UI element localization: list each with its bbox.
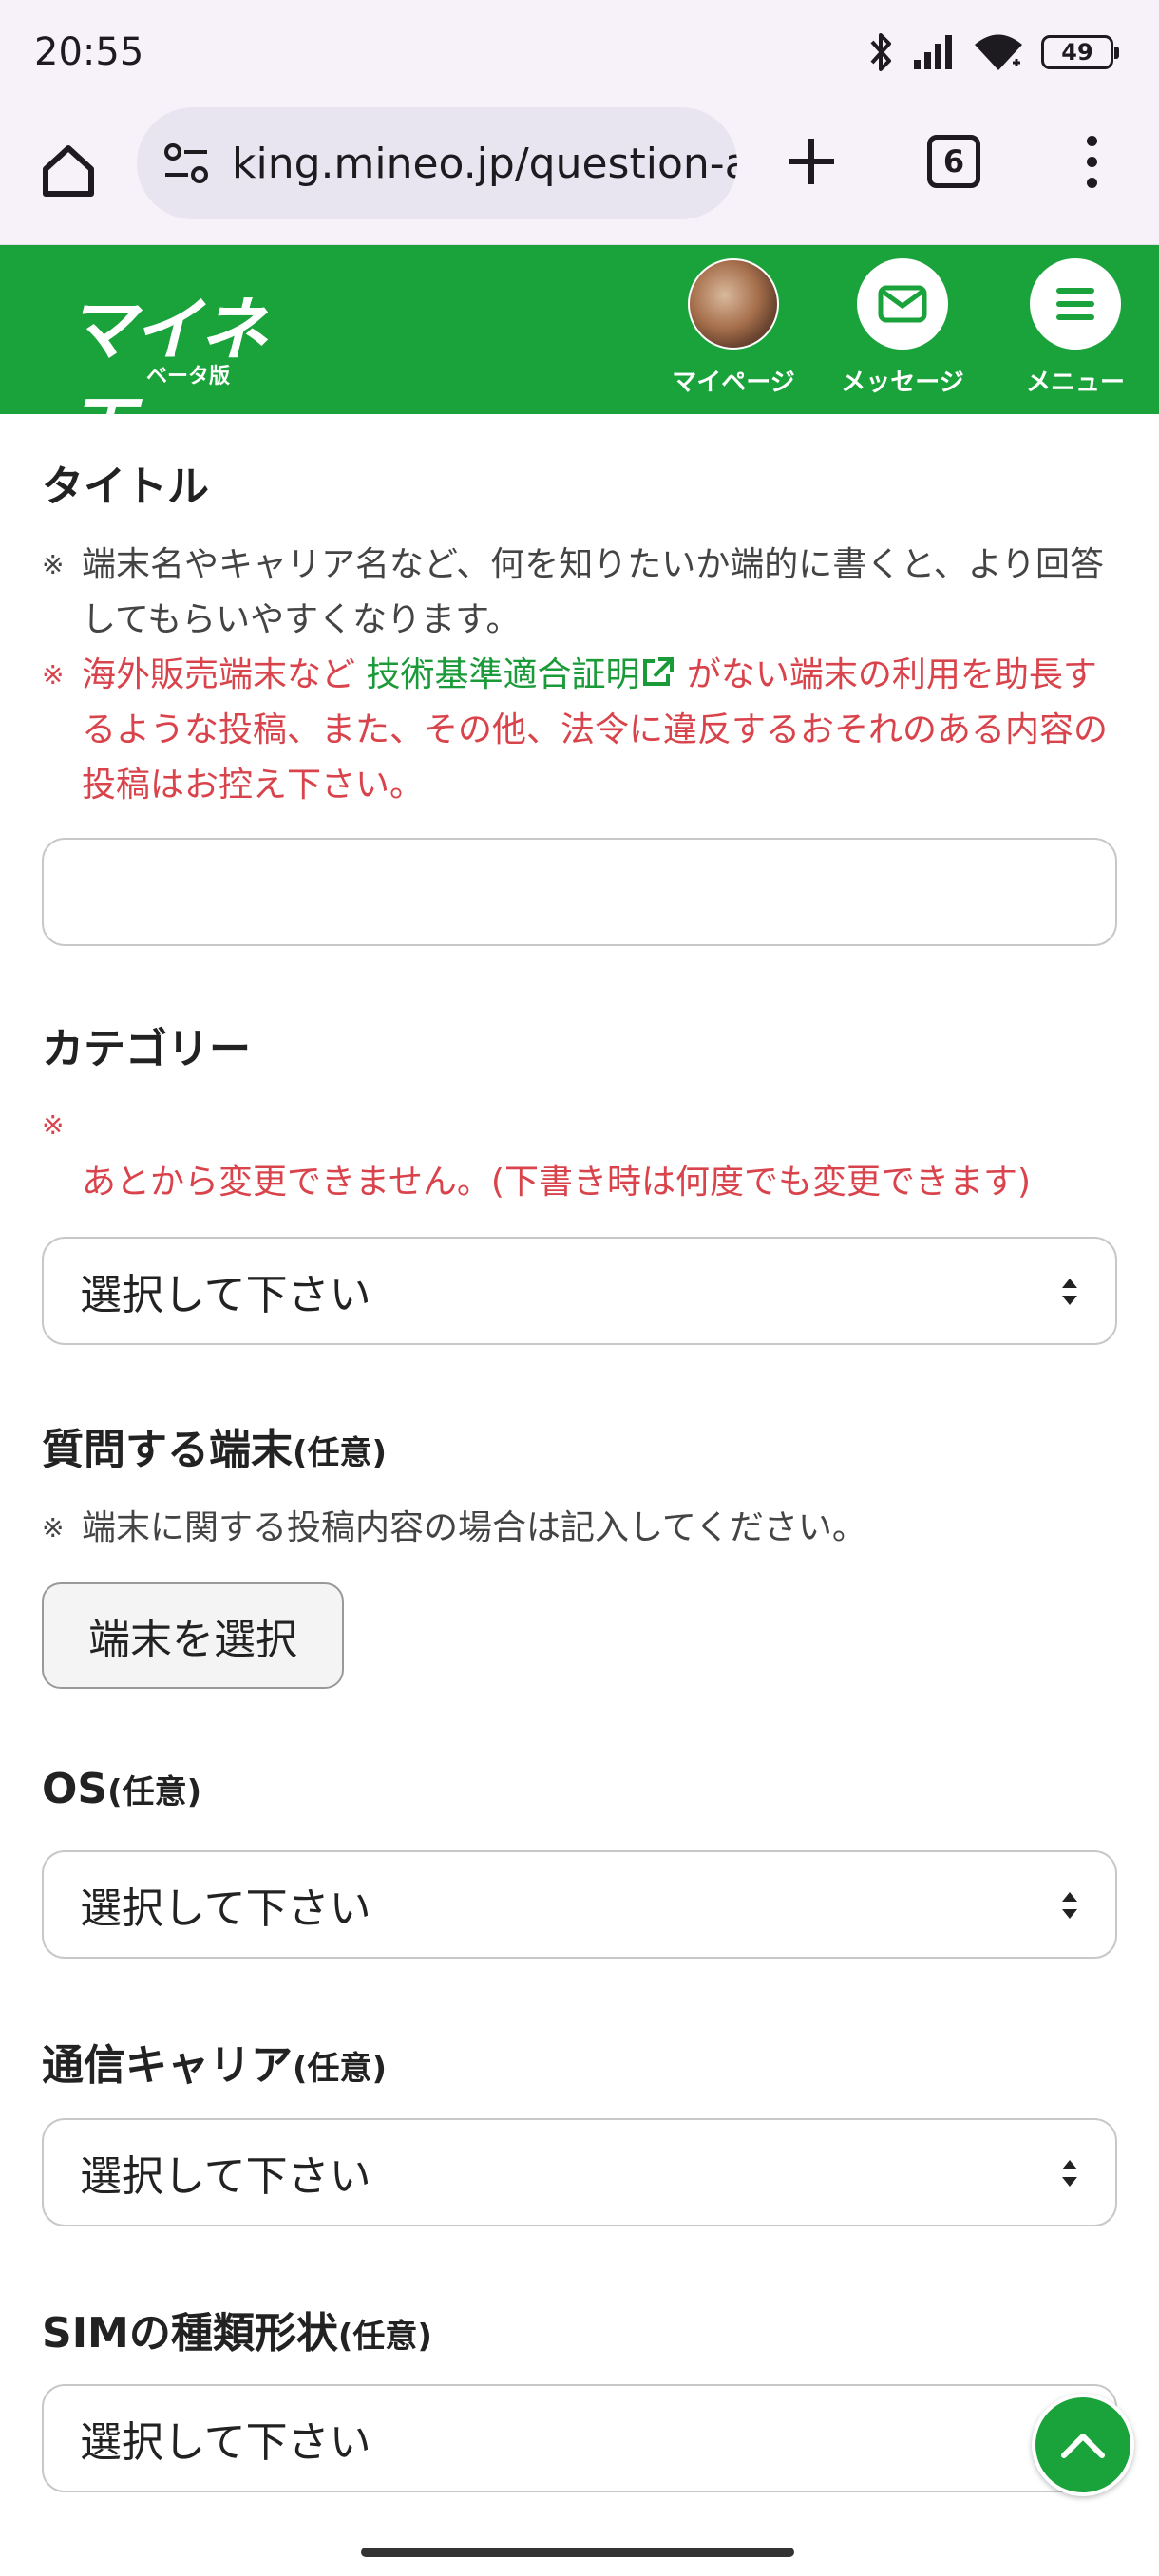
browser-toolbar: king.mineo.jp/question-a 6: [0, 106, 1159, 245]
battery-level: 49: [1061, 39, 1093, 66]
envelope-icon: [857, 258, 948, 350]
sim-heading-text: SIMの種類形状: [42, 2309, 338, 2358]
site-settings-icon[interactable]: [162, 139, 211, 188]
wifi-icon: [975, 34, 1022, 70]
category-note-mark: ※: [42, 1098, 1115, 1153]
new-tab-button[interactable]: [777, 127, 846, 196]
device-optional-label: (任意): [293, 1434, 388, 1472]
os-optional-label: (任意): [107, 1773, 202, 1811]
title-note-text: 端末名やキャリア名など、何を知りたいか端的に書くと、より回答してもらいやすくなり…: [82, 545, 1105, 639]
sim-select[interactable]: 選択して下さい: [42, 2384, 1117, 2492]
carrier-heading: 通信キャリア(任意): [42, 2031, 387, 2092]
status-bar: 20:55 49: [0, 0, 1159, 106]
note-mark: ※: [42, 549, 65, 580]
nav-messages[interactable]: メッセージ: [826, 258, 978, 398]
hamburger-icon: [1030, 258, 1121, 350]
url-text: king.mineo.jp/question-a: [232, 139, 737, 188]
device-heading: 質問する端末(任意): [42, 1415, 387, 1476]
tab-count: 6: [942, 143, 965, 180]
avatar: [688, 258, 779, 350]
external-link-icon: [643, 657, 674, 686]
os-select-value: 選択して下さい: [80, 1885, 371, 1933]
sim-optional-label: (任意): [337, 2318, 432, 2356]
tech-standard-link[interactable]: 技術基準適合証明: [366, 655, 675, 694]
category-mark: ※: [42, 1109, 65, 1141]
device-heading-text: 質問する端末: [42, 1426, 293, 1474]
category-select[interactable]: 選択して下さい: [42, 1237, 1117, 1345]
device-note: ※ 端末に関する投稿内容の場合は記入してください。: [42, 1501, 1115, 1556]
carrier-optional-label: (任意): [293, 2050, 388, 2088]
category-note: あとから変更できません。(下書き時は何度でも変更できます): [42, 1155, 1115, 1210]
category-heading: カテゴリー: [42, 1025, 251, 1073]
status-time: 20:55: [34, 30, 144, 74]
device-note-text: 端末に関する投稿内容の場合は記入してください。: [82, 1508, 866, 1547]
nav-menu[interactable]: メニュー: [999, 258, 1151, 398]
title-warning: ※ 海外販売端末など 技術基準適合証明 がない端末の利用を助長するような投稿、ま…: [42, 648, 1115, 813]
address-bar[interactable]: king.mineo.jp/question-a: [137, 107, 737, 219]
chevron-up-icon: [1061, 2434, 1105, 2458]
scroll-to-top-button[interactable]: [1032, 2394, 1134, 2496]
title-heading: タイトル: [42, 463, 209, 511]
os-heading-text: OS: [42, 1765, 108, 1813]
home-button[interactable]: [34, 137, 103, 205]
home-indicator[interactable]: [361, 2548, 794, 2557]
tab-switcher-button[interactable]: 6: [927, 135, 980, 188]
plus-icon: [788, 139, 834, 184]
carrier-heading-text: 通信キャリア: [42, 2041, 293, 2090]
select-arrows-icon: [1062, 1892, 1077, 1919]
site-header: マイネ王 ベータ版 マイページ メッセージ メニュー: [0, 245, 1159, 469]
nav-mypage[interactable]: マイページ: [657, 258, 809, 398]
sim-select-value: 選択して下さい: [80, 2418, 371, 2467]
os-select[interactable]: 選択して下さい: [42, 1850, 1117, 1959]
tech-standard-link-text: 技術基準適合証明: [366, 655, 640, 694]
select-arrows-icon: [1062, 1279, 1077, 1305]
category-select-value: 選択して下さい: [80, 1271, 371, 1319]
carrier-select-value: 選択して下さい: [80, 2152, 371, 2201]
title-input[interactable]: [42, 838, 1117, 946]
logo-beta-label: ベータ版: [146, 365, 231, 388]
site-logo[interactable]: マイネ王 ベータ版: [66, 274, 314, 469]
nav-mypage-label: マイページ: [672, 369, 795, 397]
status-icons: 49: [868, 28, 1119, 76]
sim-heading: SIMの種類形状(任意): [42, 2299, 432, 2359]
nav-messages-label: メッセージ: [841, 369, 964, 397]
title-note: ※ 端末名やキャリア名など、何を知りたいか端的に書くと、より回答してもらいやすく…: [42, 538, 1115, 648]
warning-text-1: 海外販売端末など: [82, 655, 367, 694]
warning-mark: ※: [42, 659, 65, 691]
signal-icon: [914, 35, 952, 69]
browser-menu-button[interactable]: [1068, 127, 1115, 196]
select-arrows-icon: [1062, 2160, 1077, 2187]
bluetooth-icon: [870, 33, 891, 71]
nav-menu-label: メニュー: [1025, 369, 1125, 397]
os-heading: OS(任意): [42, 1765, 201, 1813]
device-mark: ※: [42, 1512, 65, 1544]
carrier-select[interactable]: 選択して下さい: [42, 2118, 1117, 2226]
battery-icon: 49: [1041, 35, 1119, 69]
category-note-text: あとから変更できません。(下書き時は何度でも変更できます): [82, 1163, 1032, 1202]
home-icon: [43, 145, 94, 197]
select-device-button[interactable]: 端末を選択: [42, 1582, 344, 1689]
